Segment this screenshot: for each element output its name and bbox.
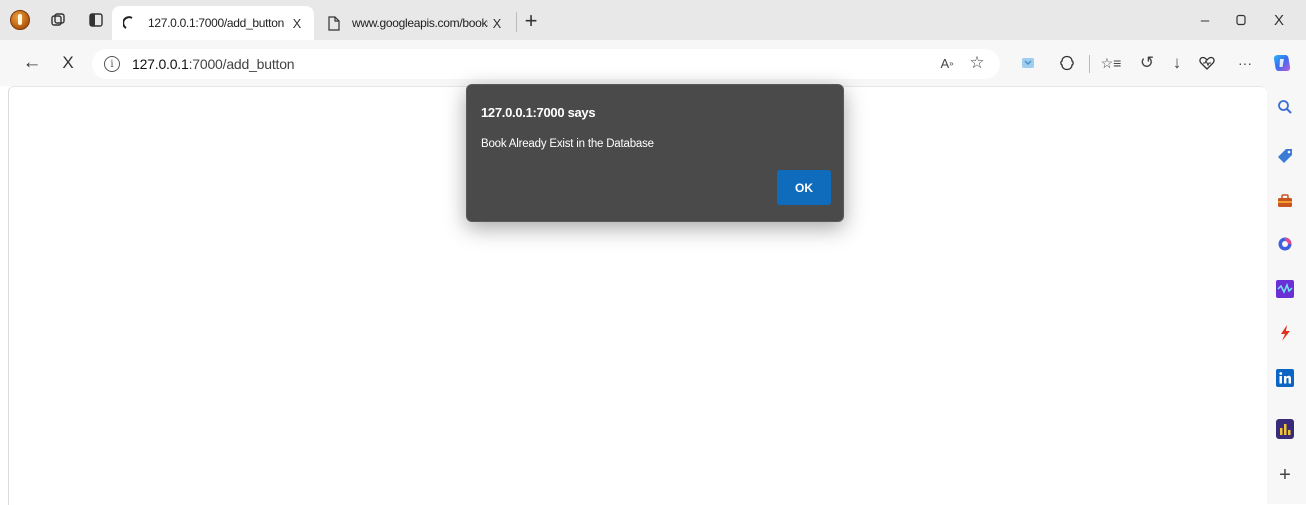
back-button[interactable]: ←: [20, 51, 44, 75]
site-info-icon[interactable]: i: [104, 56, 120, 72]
loading-spinner-icon: [122, 15, 138, 31]
favorite-star-icon[interactable]: ☆: [966, 52, 988, 74]
address-bar[interactable]: i 127.0.0.1:7000/add_button: [92, 49, 1000, 79]
restore-button[interactable]: [1226, 8, 1256, 32]
dialog-message: Book Already Exist in the Database: [481, 138, 654, 150]
tab-close-button[interactable]: X: [488, 14, 506, 32]
tab-divider: [516, 12, 517, 32]
new-tab-button[interactable]: +: [520, 8, 542, 33]
search-icon[interactable]: [1274, 96, 1296, 118]
favorites-icon[interactable]: ☆≡: [1100, 52, 1122, 74]
url-path: :7000/add_button: [188, 56, 295, 72]
tab-title: 127.0.0.1:7000/add_button: [148, 16, 284, 30]
stop-loading-button[interactable]: X: [56, 51, 80, 75]
downloads-icon[interactable]: ↓: [1166, 52, 1188, 74]
workspaces-icon[interactable]: [48, 10, 68, 30]
read-aloud-icon[interactable]: A»: [936, 52, 958, 74]
page-icon: [326, 15, 342, 31]
add-sidebar-app-button[interactable]: +: [1274, 464, 1296, 486]
dialog-title: 127.0.0.1:7000 says: [481, 105, 596, 120]
app-tile-icon[interactable]: [1274, 418, 1296, 440]
minimize-button[interactable]: –: [1190, 8, 1220, 32]
profile-avatar-icon[interactable]: [10, 10, 30, 30]
toolbar-divider: [1089, 55, 1090, 73]
acrobat-icon[interactable]: [1274, 322, 1296, 344]
tab-add-button[interactable]: 127.0.0.1:7000/add_button X: [112, 6, 314, 40]
linkedin-icon[interactable]: [1274, 367, 1296, 389]
close-window-button[interactable]: X: [1264, 8, 1294, 32]
health-icon[interactable]: [1196, 52, 1218, 74]
audio-wave-icon[interactable]: [1274, 278, 1296, 300]
read-aloud-glyph: A: [940, 55, 950, 71]
tab-title: www.googleapis.com/books/v1/: [352, 16, 488, 30]
ok-button[interactable]: OK: [777, 170, 831, 205]
tools-briefcase-icon[interactable]: [1274, 190, 1296, 212]
more-icon[interactable]: ···: [1234, 52, 1256, 74]
copilot-icon[interactable]: [1271, 52, 1293, 74]
extension-icon[interactable]: [1017, 52, 1039, 74]
url-host: 127.0.0.1: [132, 56, 189, 72]
history-icon[interactable]: ↺: [1136, 52, 1158, 74]
alert-dialog: 127.0.0.1:7000 says Book Already Exist i…: [466, 84, 844, 222]
shopping-tag-icon[interactable]: [1274, 145, 1296, 167]
office-icon[interactable]: [1274, 233, 1296, 255]
tab-close-button[interactable]: X: [288, 14, 306, 32]
url-text: 127.0.0.1:7000/add_button: [132, 56, 295, 72]
tab-googleapis[interactable]: www.googleapis.com/books/v1/ X: [316, 6, 514, 40]
browser-essentials-icon[interactable]: [1056, 52, 1078, 74]
tab-actions-icon[interactable]: [86, 10, 106, 30]
